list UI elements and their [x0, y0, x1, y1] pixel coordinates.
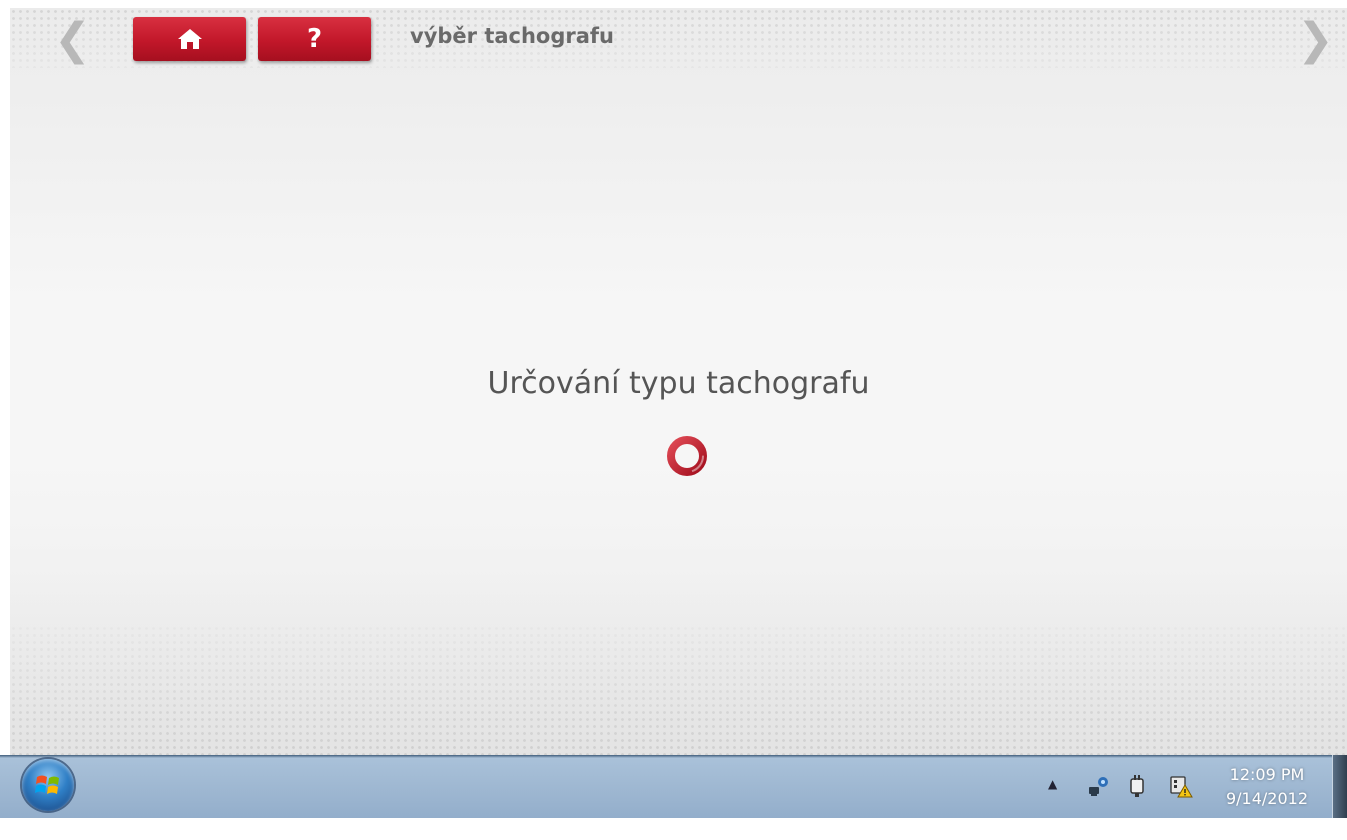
- footer-dot-pattern: [10, 625, 1347, 755]
- clock-time: 12:09 PM: [1229, 765, 1305, 784]
- back-arrow-button[interactable]: ❮: [54, 18, 91, 62]
- network-devices-icon[interactable]: [1085, 773, 1111, 799]
- status-message: Určování typu tachografu: [487, 366, 870, 401]
- home-button[interactable]: [133, 17, 246, 61]
- show-desktop-button[interactable]: [1332, 755, 1347, 818]
- home-icon: [177, 29, 202, 49]
- help-button[interactable]: ?: [258, 17, 371, 61]
- system-clock[interactable]: 12:09 PM 9/14/2012: [1216, 763, 1318, 811]
- forward-arrow-button[interactable]: ❯: [1297, 18, 1334, 62]
- clock-date: 9/14/2012: [1225, 789, 1309, 808]
- power-plug-icon[interactable]: [1125, 773, 1151, 799]
- tray-expand-button[interactable]: ▲: [1048, 777, 1057, 840]
- start-button[interactable]: [22, 759, 74, 811]
- page-title: výběr tachografu: [410, 24, 615, 48]
- help-button-label: ?: [306, 24, 323, 54]
- windows-taskbar: ▲ 12:09 PM 9/14/2012: [0, 755, 1347, 818]
- device-warning-icon[interactable]: [1168, 773, 1194, 799]
- app-window: ❮ ? výběr tachografu ❯ Určování typu tac…: [10, 8, 1347, 755]
- loading-spinner-icon: [667, 436, 707, 476]
- windows-logo-icon: [35, 775, 59, 794]
